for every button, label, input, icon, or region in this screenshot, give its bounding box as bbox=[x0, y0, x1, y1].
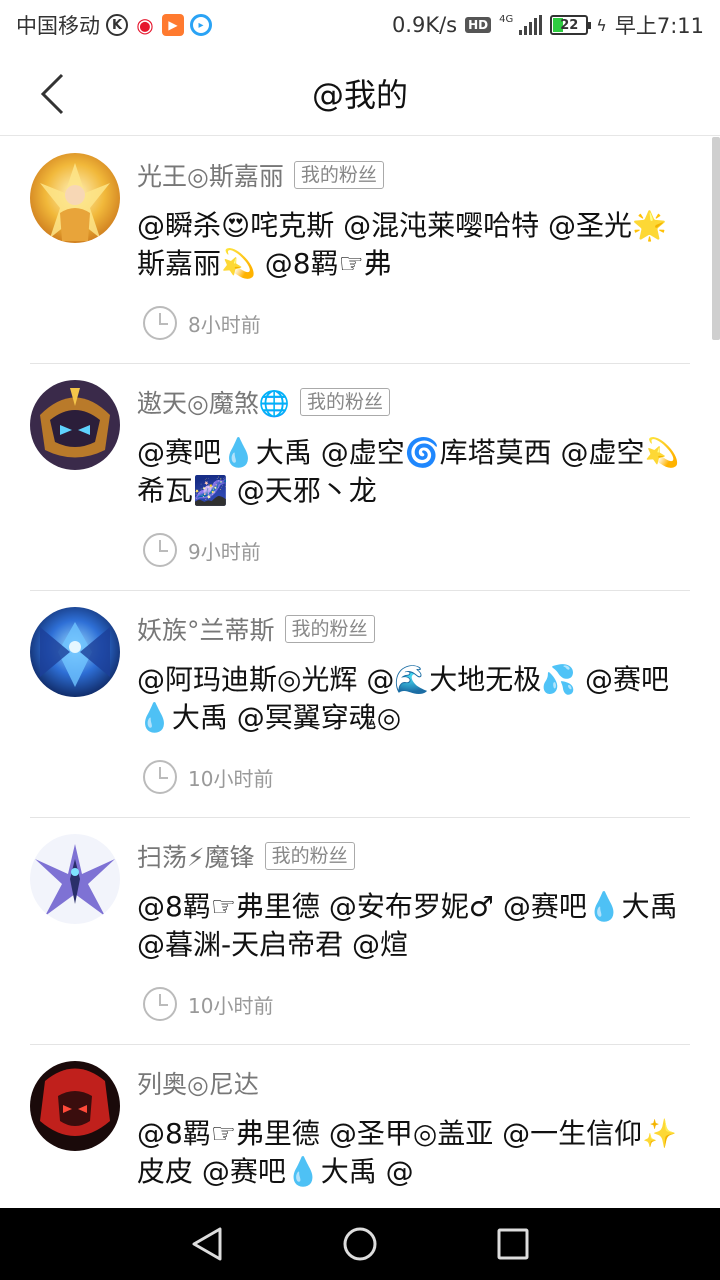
list-item[interactable]: 列奥◎尼达 @8羁☞弗里德 @圣甲◎盖亚 @一生信仰✨皮皮 @赛吧💧大禹 @ bbox=[30, 1045, 690, 1207]
time-row: 9小时前 bbox=[142, 532, 261, 568]
fan-badge: 我的粉丝 bbox=[264, 842, 355, 870]
battery-level: 22 bbox=[560, 17, 579, 33]
mention-content[interactable]: @瞬杀😍咤克斯 @混沌莱嘤哈特 @圣光🌟斯嘉丽💫 @8羁☞弗 bbox=[137, 207, 687, 283]
mention-content[interactable]: @8羁☞弗里德 @圣甲◎盖亚 @一生信仰✨皮皮 @赛吧💧大禹 @ bbox=[137, 1115, 687, 1191]
username[interactable]: 妖族°兰蒂斯 bbox=[137, 611, 275, 647]
charging-icon: ϟ bbox=[596, 15, 607, 35]
status-left: 中国移动 K ◉ ▶ ▸ bbox=[16, 10, 212, 40]
back-arrow-icon bbox=[40, 73, 64, 115]
status-right: 0.9K/s HD 4G 22 ϟ 早上7:11 bbox=[392, 10, 704, 40]
network-label: 4G bbox=[499, 14, 514, 25]
clock-icon bbox=[143, 987, 177, 1021]
time-row: 10小时前 bbox=[142, 986, 273, 1022]
name-row: 光王◎斯嘉丽 我的粉丝 bbox=[137, 157, 384, 193]
mention-content[interactable]: @阿玛迪斯◎光辉 @🌊大地无极💦 @赛吧💧大禹 @冥翼穿魂◎ bbox=[137, 661, 687, 737]
name-row: 遨天◎魔煞🌐 我的粉丝 bbox=[137, 384, 390, 420]
clock-icon bbox=[143, 533, 177, 567]
clock-icon bbox=[143, 760, 177, 794]
timestamp: 9小时前 bbox=[188, 539, 261, 564]
k-icon: K bbox=[106, 14, 128, 36]
hd-badge: HD bbox=[465, 17, 492, 33]
username[interactable]: 扫荡⚡魔锋 bbox=[137, 838, 255, 874]
mention-content[interactable]: @8羁☞弗里德 @安布罗妮♂ @赛吧💧大禹 @暮渊-天启帝君 @煊 bbox=[137, 888, 687, 964]
list-item[interactable]: 妖族°兰蒂斯 我的粉丝 @阿玛迪斯◎光辉 @🌊大地无极💦 @赛吧💧大禹 @冥翼穿… bbox=[30, 591, 690, 818]
nav-recents-button[interactable] bbox=[489, 1220, 537, 1268]
back-button[interactable] bbox=[28, 70, 76, 118]
fan-badge: 我的粉丝 bbox=[284, 615, 375, 643]
title-bar: @我的 bbox=[0, 50, 720, 136]
avatar[interactable] bbox=[30, 834, 120, 924]
clock-icon bbox=[143, 306, 177, 340]
timestamp: 10小时前 bbox=[188, 993, 274, 1018]
browser-icon: ▸ bbox=[190, 14, 212, 36]
battery-icon: 22 bbox=[550, 15, 592, 35]
timestamp: 8小时前 bbox=[188, 312, 261, 337]
fan-badge: 我的粉丝 bbox=[293, 161, 384, 189]
video-icon: ▶ bbox=[162, 14, 184, 36]
username[interactable]: 光王◎斯嘉丽 bbox=[137, 157, 284, 193]
triangle-back-icon bbox=[192, 1227, 222, 1261]
mention-list[interactable]: 光王◎斯嘉丽 我的粉丝 @瞬杀😍咤克斯 @混沌莱嘤哈特 @圣光🌟斯嘉丽💫 @8羁… bbox=[0, 137, 720, 1207]
page-title: @我的 bbox=[311, 75, 408, 114]
fan-badge: 我的粉丝 bbox=[299, 388, 390, 416]
net-speed: 0.9K/s bbox=[391, 13, 458, 37]
username[interactable]: 列奥◎尼达 bbox=[137, 1065, 259, 1101]
name-row: 扫荡⚡魔锋 我的粉丝 bbox=[137, 838, 355, 874]
timestamp: 10小时前 bbox=[188, 766, 274, 791]
nav-home-button[interactable] bbox=[336, 1220, 384, 1268]
username[interactable]: 遨天◎魔煞🌐 bbox=[137, 384, 290, 420]
mention-content[interactable]: @赛吧💧大禹 @虚空🌀库塔莫西 @虚空💫希瓦🌌 @天邪丶龙 bbox=[137, 434, 687, 510]
time-row: 8小时前 bbox=[142, 305, 261, 341]
list-item[interactable]: 光王◎斯嘉丽 我的粉丝 @瞬杀😍咤克斯 @混沌莱嘤哈特 @圣光🌟斯嘉丽💫 @8羁… bbox=[30, 137, 690, 364]
avatar[interactable] bbox=[30, 1061, 120, 1151]
avatar[interactable] bbox=[30, 153, 120, 243]
scrollbar[interactable] bbox=[712, 137, 720, 340]
time-row: 10小时前 bbox=[142, 759, 273, 795]
nav-back-button[interactable] bbox=[183, 1220, 231, 1268]
square-recents-icon bbox=[497, 1228, 529, 1260]
circle-home-icon bbox=[343, 1227, 377, 1261]
carrier-label: 中国移动 bbox=[16, 14, 100, 38]
signal-icon bbox=[519, 15, 543, 35]
name-row: 列奥◎尼达 bbox=[137, 1065, 259, 1101]
weibo-icon: ◉ bbox=[136, 13, 154, 37]
clock: 早上7:11 bbox=[614, 14, 704, 38]
avatar[interactable] bbox=[30, 380, 120, 470]
navigation-bar bbox=[0, 1208, 720, 1280]
avatar[interactable] bbox=[30, 607, 120, 697]
list-item[interactable]: 遨天◎魔煞🌐 我的粉丝 @赛吧💧大禹 @虚空🌀库塔莫西 @虚空💫希瓦🌌 @天邪丶… bbox=[30, 364, 690, 591]
status-bar: 中国移动 K ◉ ▶ ▸ 0.9K/s HD 4G 22 ϟ 早上7:11 bbox=[0, 0, 720, 50]
name-row: 妖族°兰蒂斯 我的粉丝 bbox=[137, 611, 375, 647]
list-item[interactable]: 扫荡⚡魔锋 我的粉丝 @8羁☞弗里德 @安布罗妮♂ @赛吧💧大禹 @暮渊-天启帝… bbox=[30, 818, 690, 1045]
